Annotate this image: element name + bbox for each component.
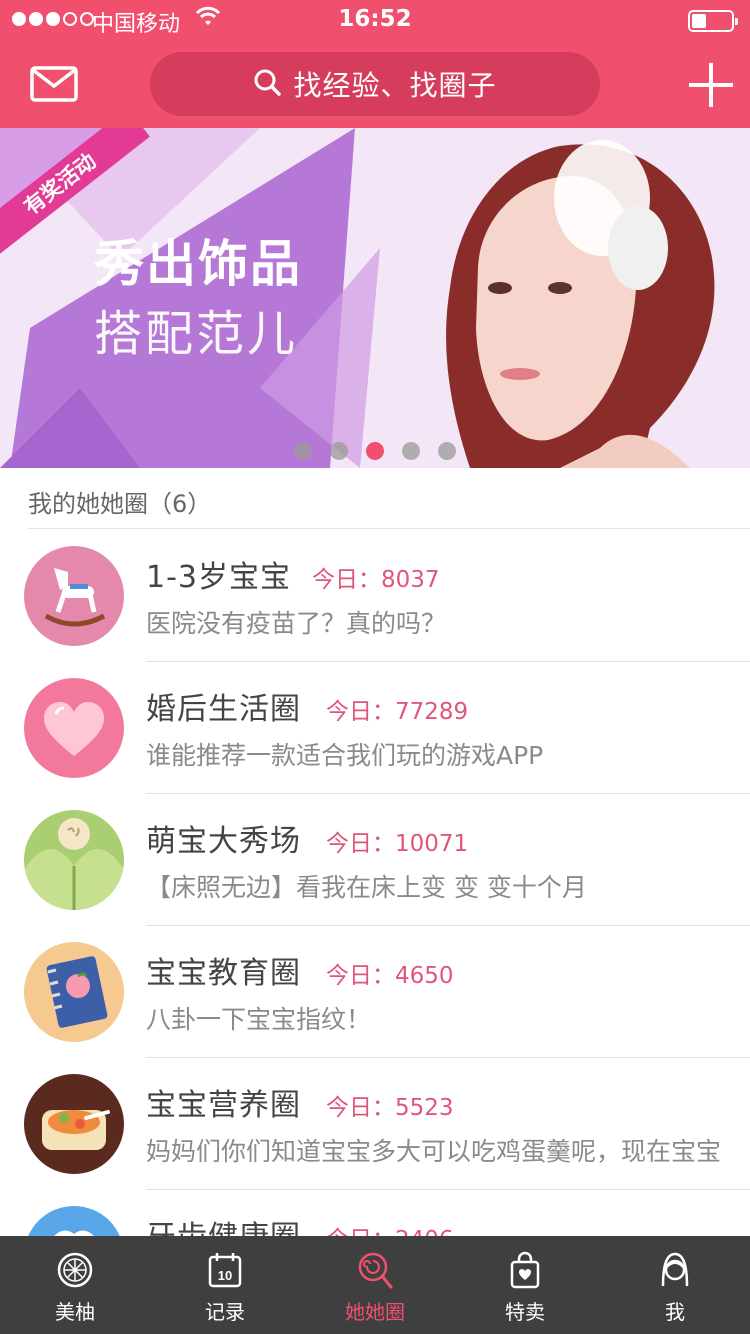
tab-label: 我 xyxy=(665,1300,685,1324)
banner-headline: 秀出饰品 xyxy=(94,235,302,293)
svg-text:10: 10 xyxy=(218,1268,232,1283)
tab-bar: 美柚 10 记录 她她圈 特卖 我 xyxy=(0,1236,750,1334)
add-icon[interactable] xyxy=(686,60,736,110)
section-title: 我的她她圈（6） xyxy=(28,490,212,518)
search-bar[interactable]: 找经验、找圈子 xyxy=(150,52,600,116)
banner-subline: 搭配范儿 xyxy=(94,306,299,362)
circle-row[interactable]: 1-3岁宝宝 今日：8037 医院没有疫苗了？真的吗？ xyxy=(0,530,750,662)
latest-post: 医院没有疫苗了？真的吗？ xyxy=(146,609,447,638)
page-dot[interactable] xyxy=(438,442,456,460)
search-placeholder: 找经验、找圈子 xyxy=(293,69,497,102)
tab-meiyou[interactable]: 美柚 xyxy=(0,1236,150,1334)
calendar-icon: 10 xyxy=(208,1253,242,1288)
tab-circles[interactable]: 她她圈 xyxy=(300,1236,450,1334)
promo-banner[interactable]: 有奖活动 秀出饰品 搭配范儿 xyxy=(0,128,750,468)
shopping-bag-icon xyxy=(510,1251,540,1289)
circle-row[interactable]: 萌宝大秀场 今日：10071 【床照无边】看我在床上变 变 变十个月 xyxy=(0,794,750,926)
tab-records[interactable]: 10 记录 xyxy=(150,1236,300,1334)
battery-icon xyxy=(688,10,738,32)
latest-post: 妈妈们你们知道宝宝多大可以吃鸡蛋羹呢，现在宝宝 xyxy=(146,1137,722,1166)
latest-post: 八卦一下宝宝指纹！ xyxy=(146,1005,372,1034)
heart-icon xyxy=(24,678,124,778)
lollipop-icon xyxy=(358,1252,393,1289)
circle-row[interactable]: 宝宝教育圈 今日：4650 八卦一下宝宝指纹！ xyxy=(0,926,750,1058)
circle-row[interactable]: 宝宝营养圈 今日：5523 妈妈们你们知道宝宝多大可以吃鸡蛋羹呢，现在宝宝 xyxy=(0,1058,750,1190)
tab-sale[interactable]: 特卖 xyxy=(450,1236,600,1334)
today-count: 今日：4650 xyxy=(326,963,454,989)
tab-me[interactable]: 我 xyxy=(600,1236,750,1334)
circle-name: 婚后生活圈 xyxy=(146,692,301,727)
baby-bottom-icon xyxy=(24,810,124,910)
status-bar: 中国移动 16:52 xyxy=(0,0,750,40)
circle-name: 1-3岁宝宝 xyxy=(146,560,291,595)
circle-name: 宝宝营养圈 xyxy=(146,1088,301,1123)
notebook-peach-icon xyxy=(24,942,124,1042)
banner-page-indicator[interactable] xyxy=(0,442,750,460)
rocking-horse-icon xyxy=(24,546,124,646)
page-dot-active[interactable] xyxy=(366,442,384,460)
today-count: 今日：10071 xyxy=(326,831,469,857)
tab-label: 特卖 xyxy=(505,1300,545,1324)
mail-icon[interactable] xyxy=(30,66,78,102)
latest-post: 【床照无边】看我在床上变 变 变十个月 xyxy=(146,873,587,902)
latest-post: 谁能推荐一款适合我们玩的游戏APP xyxy=(146,741,544,770)
today-count: 今日：5523 xyxy=(326,1095,454,1121)
page-dot[interactable] xyxy=(294,442,312,460)
profile-icon xyxy=(661,1252,689,1287)
circle-name: 宝宝教育圈 xyxy=(146,956,301,991)
today-count: 今日：77289 xyxy=(326,699,469,725)
tab-label: 美柚 xyxy=(55,1300,95,1324)
circle-row[interactable]: 婚后生活圈 今日：77289 谁能推荐一款适合我们玩的游戏APP xyxy=(0,662,750,794)
food-bowl-icon xyxy=(24,1074,124,1174)
tab-label: 记录 xyxy=(205,1300,245,1324)
search-icon xyxy=(253,68,282,100)
page-dot[interactable] xyxy=(402,442,420,460)
page-dot[interactable] xyxy=(330,442,348,460)
clock: 16:52 xyxy=(338,6,412,32)
grapefruit-icon xyxy=(57,1252,93,1288)
tab-label: 她她圈 xyxy=(345,1300,405,1324)
circle-name: 萌宝大秀场 xyxy=(146,824,301,859)
today-count: 今日：8037 xyxy=(312,567,440,593)
divider xyxy=(28,528,750,529)
top-bar: 中国移动 16:52 找经验、找圈子 xyxy=(0,0,750,128)
